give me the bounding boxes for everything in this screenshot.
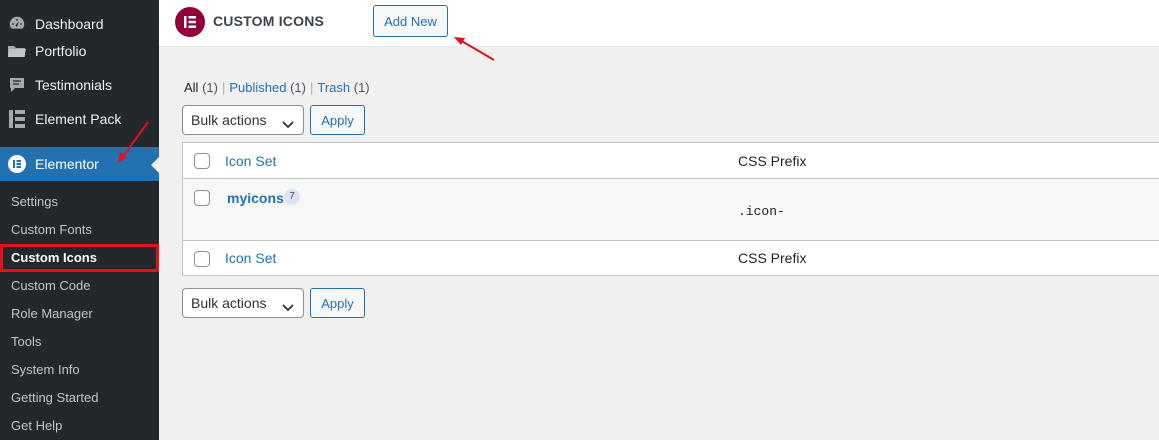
select-all-checkbox-footer[interactable] bbox=[194, 251, 210, 267]
submenu-custom-fonts[interactable]: Custom Fonts bbox=[0, 216, 159, 244]
testimonials-icon bbox=[7, 75, 27, 95]
elementor-logo bbox=[175, 7, 205, 37]
portfolio-icon bbox=[7, 41, 27, 61]
filter-published[interactable]: Published (1) bbox=[229, 80, 306, 95]
menu-item-testimonials[interactable]: Testimonials bbox=[0, 68, 159, 102]
dashboard-icon bbox=[7, 14, 27, 34]
chevron-down-icon bbox=[282, 116, 294, 132]
menu-label: Element Pack bbox=[35, 111, 122, 127]
status-filters: All (1) | Published (1) | Trash (1) bbox=[184, 80, 370, 95]
table-row: myicons 7 .icon- bbox=[183, 179, 1159, 241]
column-icon-set[interactable]: Icon Set bbox=[225, 153, 276, 169]
submenu-tools[interactable]: Tools bbox=[0, 328, 159, 356]
submenu-settings[interactable]: Settings bbox=[0, 188, 159, 216]
element-pack-icon bbox=[7, 109, 27, 129]
select-all-checkbox[interactable] bbox=[194, 153, 210, 169]
menu-label: Portfolio bbox=[35, 43, 87, 59]
submenu-role-manager[interactable]: Role Manager bbox=[0, 300, 159, 328]
annotation-arrow-sidebar bbox=[118, 121, 149, 163]
submenu-custom-code[interactable]: Custom Code bbox=[0, 272, 159, 300]
elementor-icon bbox=[7, 154, 27, 174]
bulk-actions-select-bottom[interactable]: Bulk actions bbox=[182, 288, 304, 318]
elementor-submenu: Settings Custom Fonts Custom Icons Custo… bbox=[0, 181, 159, 440]
filter-separator: | bbox=[221, 80, 226, 95]
icon-sets-table: Icon Set CSS Prefix myicons 7 .icon- Ico… bbox=[182, 142, 1159, 276]
filter-separator: | bbox=[309, 80, 314, 95]
table-header-row: Icon Set CSS Prefix bbox=[183, 143, 1159, 179]
submenu-get-help[interactable]: Get Help bbox=[0, 412, 159, 440]
row-checkbox[interactable] bbox=[194, 190, 210, 206]
bulk-actions-label: Bulk actions bbox=[191, 112, 267, 128]
column-icon-set-footer[interactable]: Icon Set bbox=[225, 250, 276, 266]
menu-label: Elementor bbox=[35, 156, 99, 172]
filter-trash[interactable]: Trash (1) bbox=[317, 80, 369, 95]
bulk-actions-label: Bulk actions bbox=[191, 295, 267, 311]
apply-button-top[interactable]: Apply bbox=[310, 105, 365, 135]
icon-count-badge: 7 bbox=[284, 189, 300, 205]
menu-label: Dashboard bbox=[35, 16, 104, 32]
page-header: CUSTOM ICONS Add New bbox=[159, 0, 1159, 46]
bulk-actions-select-top[interactable]: Bulk actions bbox=[182, 105, 304, 135]
css-prefix-value: .icon- bbox=[738, 204, 785, 219]
submenu-custom-icons[interactable]: Custom Icons bbox=[0, 244, 159, 272]
submenu-system-info[interactable]: System Info bbox=[0, 356, 159, 384]
add-new-button[interactable]: Add New bbox=[373, 5, 448, 37]
chevron-down-icon bbox=[282, 299, 294, 315]
column-css-prefix: CSS Prefix bbox=[738, 153, 807, 169]
page-title: CUSTOM ICONS bbox=[213, 13, 325, 29]
icon-set-title-link[interactable]: myicons bbox=[227, 190, 284, 206]
menu-item-portfolio[interactable]: Portfolio bbox=[0, 34, 159, 68]
apply-button-bottom[interactable]: Apply bbox=[310, 288, 365, 318]
submenu-getting-started[interactable]: Getting Started bbox=[0, 384, 159, 412]
menu-label: Testimonials bbox=[35, 77, 113, 93]
filter-all[interactable]: All (1) bbox=[184, 80, 218, 95]
annotation-arrow-add-new bbox=[454, 37, 495, 61]
admin-sidebar: Dashboard Portfolio Testimonials Element… bbox=[0, 0, 159, 440]
column-css-prefix-footer: CSS Prefix bbox=[738, 250, 807, 266]
table-footer-row: Icon Set CSS Prefix bbox=[183, 241, 1159, 277]
